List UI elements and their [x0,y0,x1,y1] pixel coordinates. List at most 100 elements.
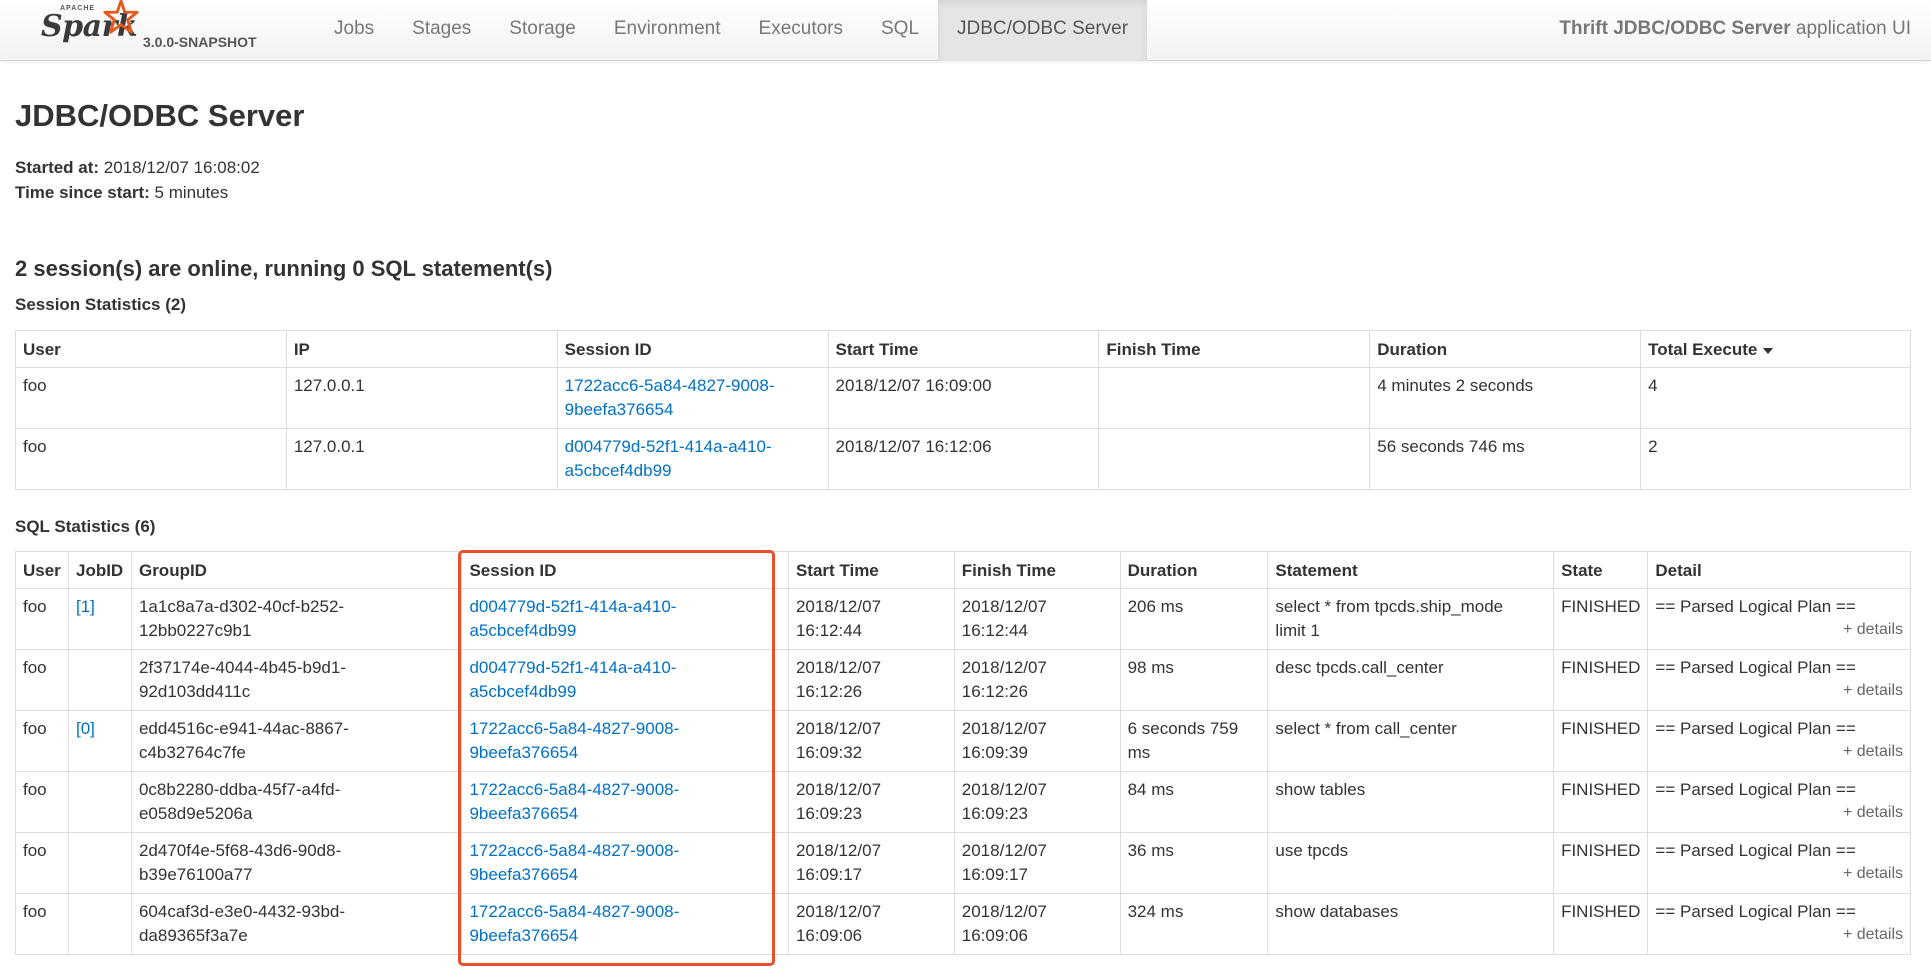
session-id-part1: d004779d-52f1-414a-a410- [469,658,677,677]
cell-statement: desc tpcds.call_center [1267,649,1555,711]
col-header-job-id[interactable]: JobID [67,551,132,589]
col-header-duration[interactable]: Duration [1119,551,1269,589]
col-header-finish-time[interactable]: Finish Time [1098,330,1371,368]
start-date: 2018/12/07 [795,658,882,677]
start-date: 2018/12/07 [795,841,882,860]
session-id-link[interactable]: 1722acc6-5a84-4827-9008- 9beefa376654 [469,902,679,945]
cell-group-id: edd4516c-e941-44ac-8867- c4b32764c7fe [130,710,463,772]
table-header-row: User IP Session ID Start Time Finish Tim… [15,330,1911,368]
col-header-session-id[interactable]: Session ID [461,551,789,589]
details-toggle[interactable]: + details [1655,802,1903,824]
session-id-link[interactable]: 1722acc6-5a84-4827-9008- 9beefa376654 [565,376,775,419]
details-toggle[interactable]: + details [1655,741,1903,763]
finish-clock: 16:09:06 [961,926,1028,945]
nav-tab-storage[interactable]: Storage [490,0,595,61]
col-header-state[interactable]: State [1553,551,1649,589]
table-row: foo [1] 1a1c8a7a-d302-40cf-b252- 12bb0227… [15,588,1911,650]
spark-star-icon [103,0,139,34]
finish-clock: 16:12:26 [961,682,1028,701]
col-header-duration[interactable]: Duration [1369,330,1642,368]
col-header-statement[interactable]: Statement [1267,551,1555,589]
started-at-label: Started at: [15,158,100,177]
sql-statistics-heading[interactable]: SQL Statistics (6) [15,517,155,537]
cell-duration: 324 ms [1119,893,1269,955]
session-id-link[interactable]: 1722acc6-5a84-4827-9008- 9beefa376654 [469,719,679,762]
nav-tab-stages[interactable]: Stages [393,0,490,61]
details-toggle[interactable]: + details [1655,680,1903,702]
session-id-part2: 9beefa376654 [469,926,579,945]
cell-start-time: 2018/12/07 16:09:00 [827,367,1100,429]
cell-ip: 127.0.0.1 [285,428,558,490]
col-header-finish-time[interactable]: Finish Time [953,551,1121,589]
cell-finish-time: 2018/12/07 16:09:23 [953,771,1121,833]
duration-part2: ms [1127,743,1151,762]
nav-tab-jobs[interactable]: Jobs [315,0,393,61]
table-row: foo [0] edd4516c-e941-44ac-8867- c4b32764… [15,710,1911,772]
nav-tab-sql[interactable]: SQL [862,0,938,61]
nav-tab-executors[interactable]: Executors [740,0,862,61]
cell-state: FINISHED [1553,710,1649,772]
statement-part1: desc tpcds.call_center [1275,658,1444,677]
cell-duration: 56 seconds 746 ms [1369,428,1642,490]
details-toggle[interactable]: + details [1655,863,1903,885]
session-id-part2: 9beefa376654 [469,743,579,762]
online-summary: 2 session(s) are online, running 0 SQL s… [15,256,553,281]
session-id-part2: a5cbcef4db99 [564,461,672,480]
sql-statistics-table: User JobID GroupID Session ID Start Time… [15,551,1911,955]
cell-job-id [67,649,132,711]
statement-part2: limit 1 [1275,621,1320,640]
col-header-ip[interactable]: IP [285,330,558,368]
details-toggle[interactable]: + details [1655,619,1903,641]
cell-finish-time: 2018/12/07 16:09:06 [953,893,1121,955]
col-header-start-time[interactable]: Start Time [827,330,1100,368]
group-id-part2: b39e76100a77 [138,865,253,884]
cell-session-id: d004779d-52f1-414a-a410- a5cbcef4db99 [461,588,789,650]
cell-user: foo [15,367,287,429]
group-id-part1: 2d470f4e-5f68-43d6-90d8- [138,841,342,860]
session-id-link[interactable]: 1722acc6-5a84-4827-9008- 9beefa376654 [469,780,679,823]
start-date: 2018/12/07 [795,780,882,799]
job-id-link[interactable]: [1] [76,597,95,616]
cell-user: foo [15,428,287,490]
col-header-detail[interactable]: Detail [1647,551,1911,589]
cell-group-id: 1a1c8a7a-d302-40cf-b252- 12bb0227c9b1 [130,588,463,650]
finish-date: 2018/12/07 [961,902,1047,921]
group-id-part1: 0c8b2280-ddba-45f7-a4fd- [138,780,341,799]
nav-tab-jdbc-odbc-server[interactable]: JDBC/ODBC Server [938,0,1148,61]
cell-finish-time: 2018/12/07 16:09:17 [953,832,1121,894]
col-header-group-id[interactable]: GroupID [130,551,463,589]
session-id-link[interactable]: d004779d-52f1-414a-a410- a5cbcef4db99 [565,437,772,480]
statement-part1: select * from call_center [1275,719,1457,738]
start-date: 2018/12/07 [795,902,882,921]
cell-user: foo [15,893,69,955]
job-id-link[interactable]: [0] [76,719,95,738]
start-clock: 16:09:06 [795,926,863,945]
col-header-session-id[interactable]: Session ID [556,330,829,368]
col-header-user[interactable]: User [15,330,287,368]
started-at-value: 2018/12/07 16:08:02 [99,158,260,177]
detail-text: == Parsed Logical Plan == [1655,719,1856,738]
session-statistics-heading[interactable]: Session Statistics (2) [15,295,186,315]
details-toggle[interactable]: + details [1655,924,1903,946]
session-id-link[interactable]: d004779d-52f1-414a-a410- a5cbcef4db99 [469,597,676,640]
nav-tab-environment[interactable]: Environment [595,0,740,61]
cell-state: FINISHED [1553,893,1649,955]
duration-part1: 6 seconds 759 [1127,719,1239,738]
cell-finish-time [1098,428,1371,490]
spark-logo[interactable]: APACHE Spark 3.0.0-SNAPSHOT [36,0,276,61]
cell-detail: == Parsed Logical Plan == + details [1647,649,1911,711]
cell-group-id: 0c8b2280-ddba-45f7-a4fd-e058d9e5206a [130,771,463,833]
statement-part1: use tpcds [1275,841,1349,860]
cell-statement: select * from tpcds.ship_mode limit 1 [1267,588,1555,650]
col-header-total-execute[interactable]: Total Execute [1640,330,1911,368]
session-id-link[interactable]: 1722acc6-5a84-4827-9008- 9beefa376654 [469,841,679,884]
session-id-part1: 1722acc6-5a84-4827-9008- [564,376,775,395]
session-id-link[interactable]: d004779d-52f1-414a-a410- a5cbcef4db99 [469,658,676,701]
cell-session-id: 1722acc6-5a84-4827-9008- 9beefa376654 [461,832,789,894]
col-header-user[interactable]: User [15,551,69,589]
cell-session-id: 1722acc6-5a84-4827-9008- 9beefa376654 [461,893,789,955]
cell-statement: select * from call_center [1267,710,1555,772]
col-header-start-time[interactable]: Start Time [787,551,955,589]
app-title: Thrift JDBC/ODBC Server application UI [1559,0,1911,61]
app-title-rest: application UI [1790,18,1911,39]
